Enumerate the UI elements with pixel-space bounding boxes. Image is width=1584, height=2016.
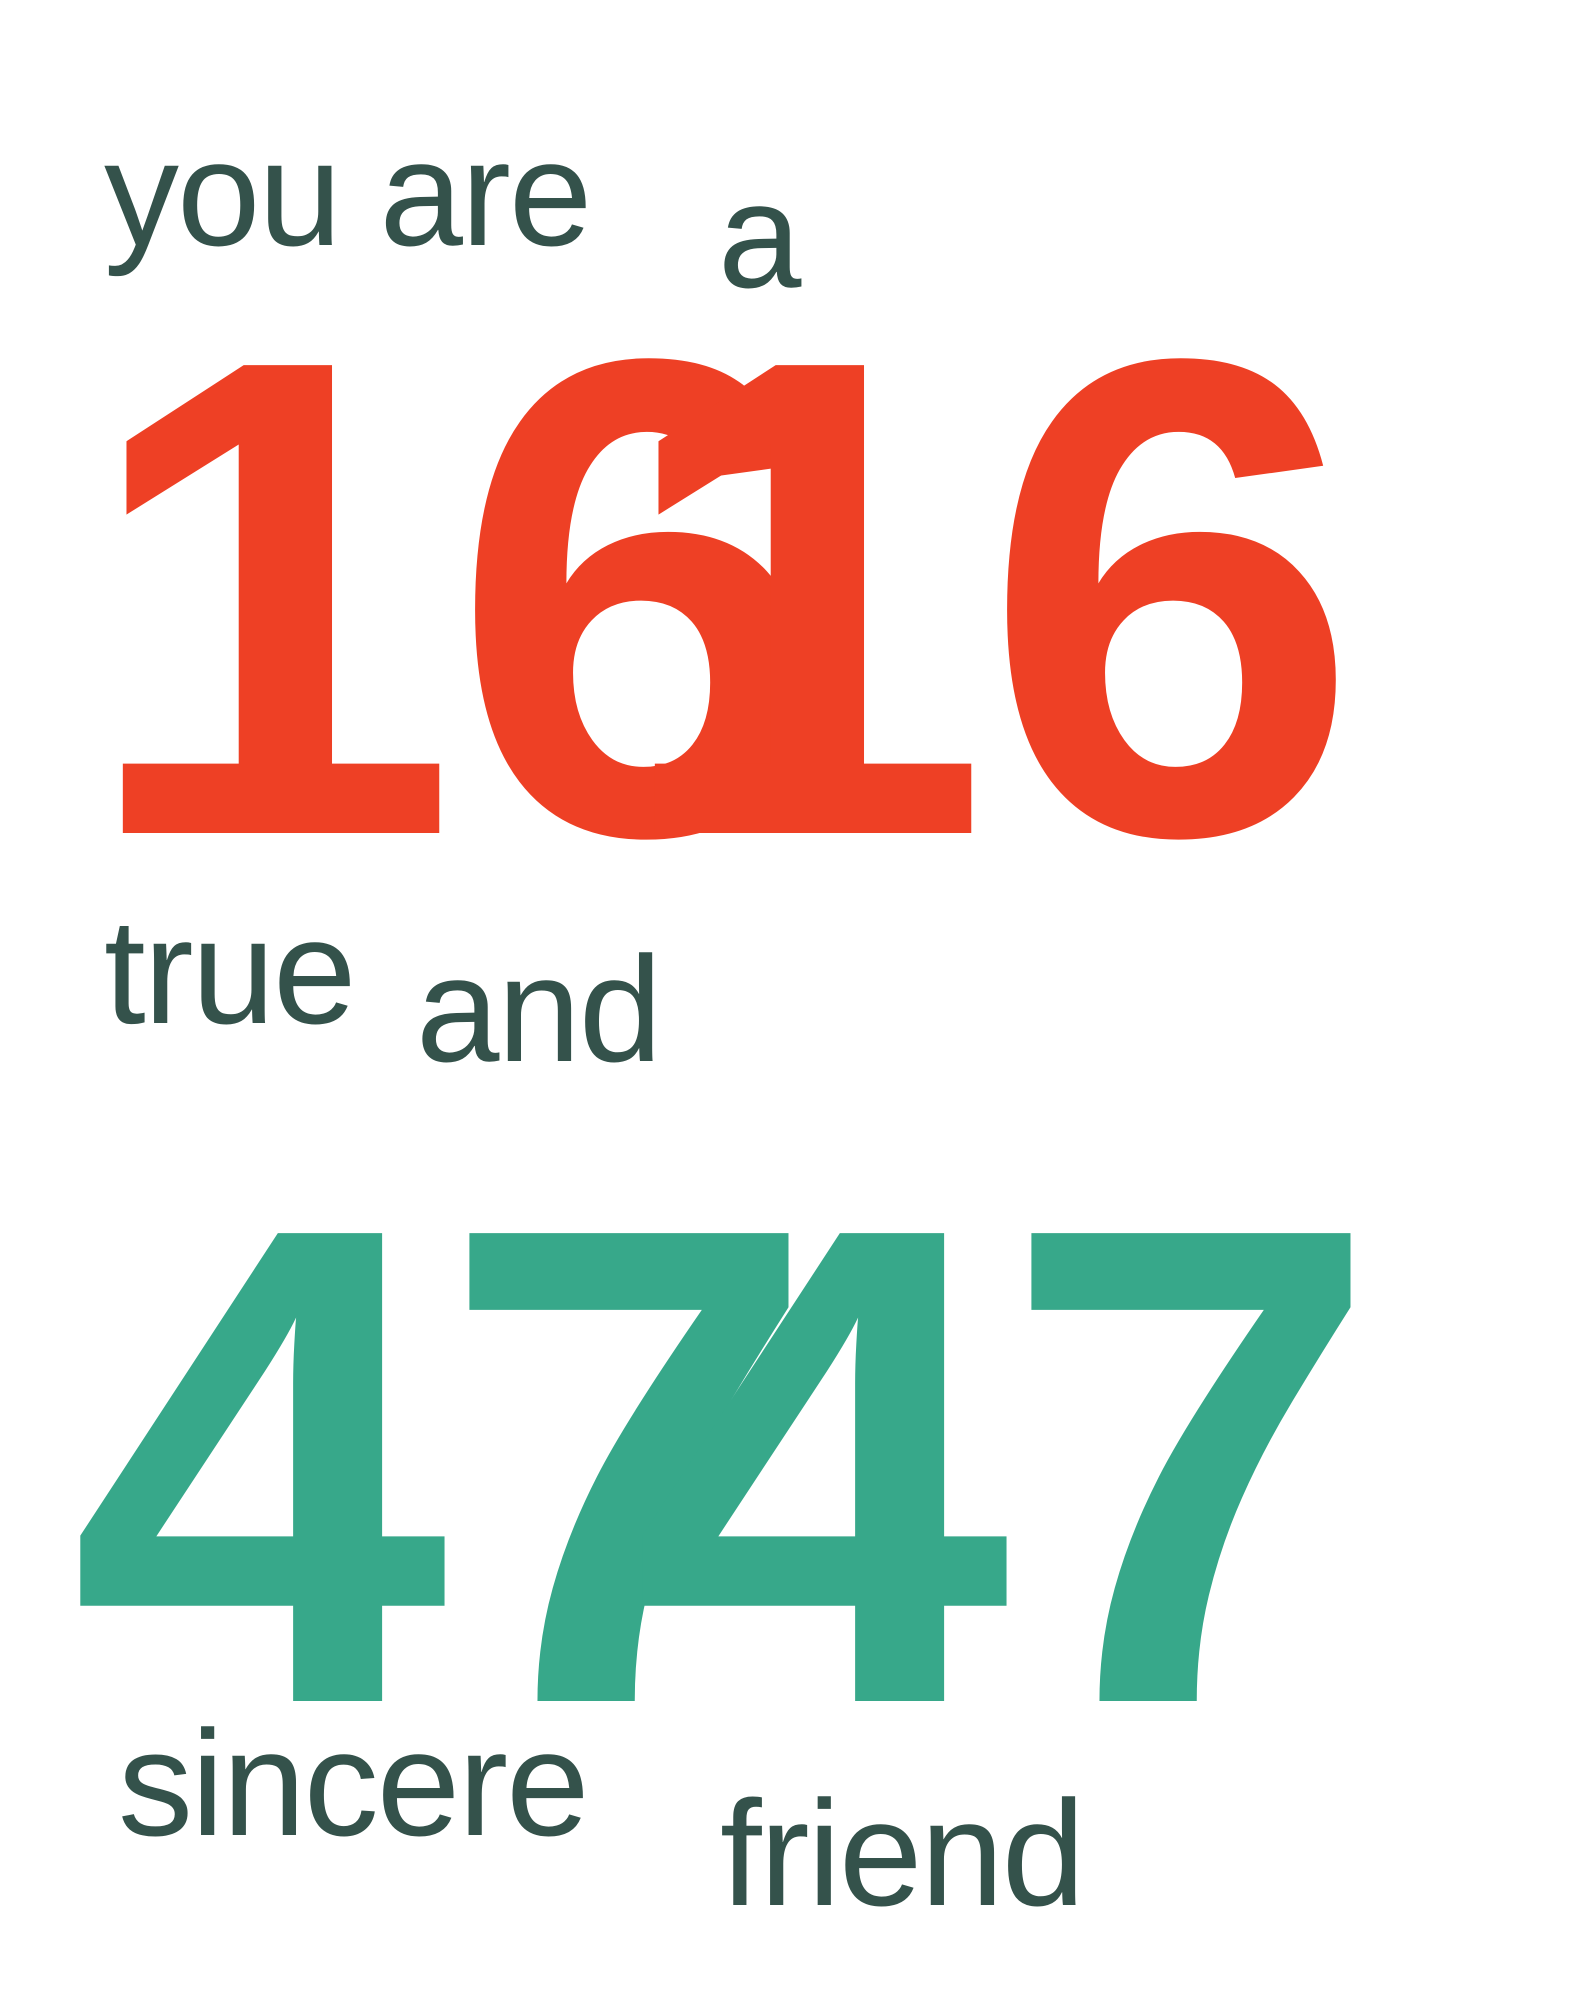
text-true: true [104,887,356,1055]
text-friend: friend [720,1769,1085,1937]
number-16-second: 16 [612,218,1360,978]
text-sincere: sincere [118,1699,590,1867]
poster-canvas: you are a 16 16 true and 47 47 sincere f… [0,0,1584,2016]
number-47-second: 47 [632,1086,1380,1846]
text-and: and [416,925,662,1093]
